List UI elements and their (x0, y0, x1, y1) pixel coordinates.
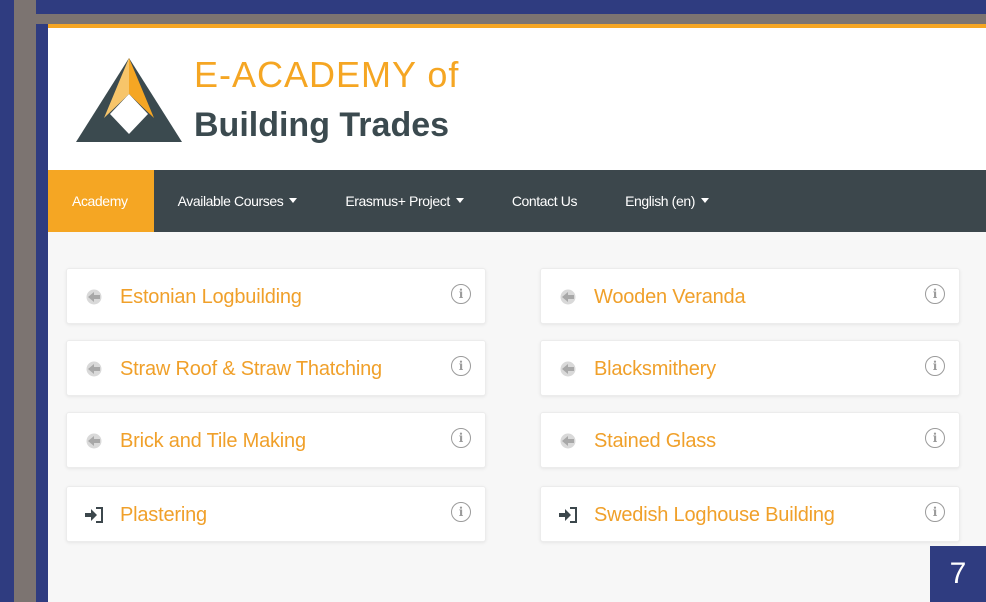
course-card-swedish-loghouse[interactable]: Swedish Loghouse Building i (540, 486, 960, 542)
main-navbar: Academy Available Courses Erasmus+ Proje… (48, 170, 986, 232)
nav-erasmus-project[interactable]: Erasmus+ Project (321, 170, 487, 232)
guest-enter-icon (557, 287, 579, 307)
slide-number-badge: 7 (930, 546, 986, 602)
caret-down-icon (289, 197, 298, 203)
course-title[interactable]: Brick and Tile Making (120, 413, 306, 469)
info-icon[interactable]: i (925, 428, 945, 448)
course-title[interactable]: Swedish Loghouse Building (594, 487, 835, 543)
course-card-blacksmithery[interactable]: Blacksmithery i (540, 340, 960, 396)
info-icon[interactable]: i (451, 356, 471, 376)
nav-erasmus-project-label: Erasmus+ Project (345, 193, 450, 209)
course-card-stained-glass[interactable]: Stained Glass i (540, 412, 960, 468)
course-card-wooden-veranda[interactable]: Wooden Veranda i (540, 268, 960, 324)
course-title[interactable]: Estonian Logbuilding (120, 269, 302, 325)
course-card-estonian-logbuilding[interactable]: Estonian Logbuilding i (66, 268, 486, 324)
caret-down-icon (455, 197, 464, 203)
guest-enter-icon (557, 431, 579, 451)
course-title[interactable]: Straw Roof & Straw Thatching (120, 341, 382, 397)
brand-title-line1: E-ACADEMY of (194, 54, 460, 95)
guest-enter-icon (83, 287, 105, 307)
course-title[interactable]: Plastering (120, 487, 207, 543)
info-icon[interactable]: i (451, 284, 471, 304)
course-card-plastering[interactable]: Plastering i (66, 486, 486, 542)
frame-top-strip (36, 14, 986, 24)
guest-enter-icon (557, 359, 579, 379)
info-icon[interactable]: i (451, 428, 471, 448)
course-card-brick-tile[interactable]: Brick and Tile Making i (66, 412, 486, 468)
info-icon[interactable]: i (925, 284, 945, 304)
brand-title-line2: Building Trades (194, 106, 450, 144)
course-title[interactable]: Wooden Veranda (594, 269, 746, 325)
guest-enter-icon (83, 359, 105, 379)
nav-contact-us-label: Contact Us (511, 193, 578, 209)
course-title[interactable]: Blacksmithery (594, 341, 716, 397)
nav-available-courses[interactable]: Available Courses (154, 170, 322, 232)
info-icon[interactable]: i (451, 502, 471, 522)
course-grid: Estonian Logbuilding i Wooden Veranda i … (66, 268, 960, 568)
nav-language-label: English (en) (625, 193, 695, 209)
course-title[interactable]: Stained Glass (594, 413, 716, 469)
frame-left-strip (14, 0, 36, 602)
nav-academy-label: Academy (72, 193, 128, 209)
nav-academy[interactable]: Academy (48, 170, 154, 232)
nav-available-courses-label: Available Courses (177, 193, 284, 209)
enrol-sign-in-icon (83, 505, 105, 525)
caret-down-icon (700, 197, 709, 203)
enrol-sign-in-icon (557, 505, 579, 525)
course-card-straw-roof[interactable]: Straw Roof & Straw Thatching i (66, 340, 486, 396)
guest-enter-icon (83, 431, 105, 451)
academy-logo (76, 58, 182, 142)
info-icon[interactable]: i (925, 502, 945, 522)
nav-contact-us[interactable]: Contact Us (488, 170, 601, 232)
site-header: E-ACADEMY of Building Trades (48, 28, 986, 170)
nav-language[interactable]: English (en) (601, 170, 733, 232)
info-icon[interactable]: i (925, 356, 945, 376)
